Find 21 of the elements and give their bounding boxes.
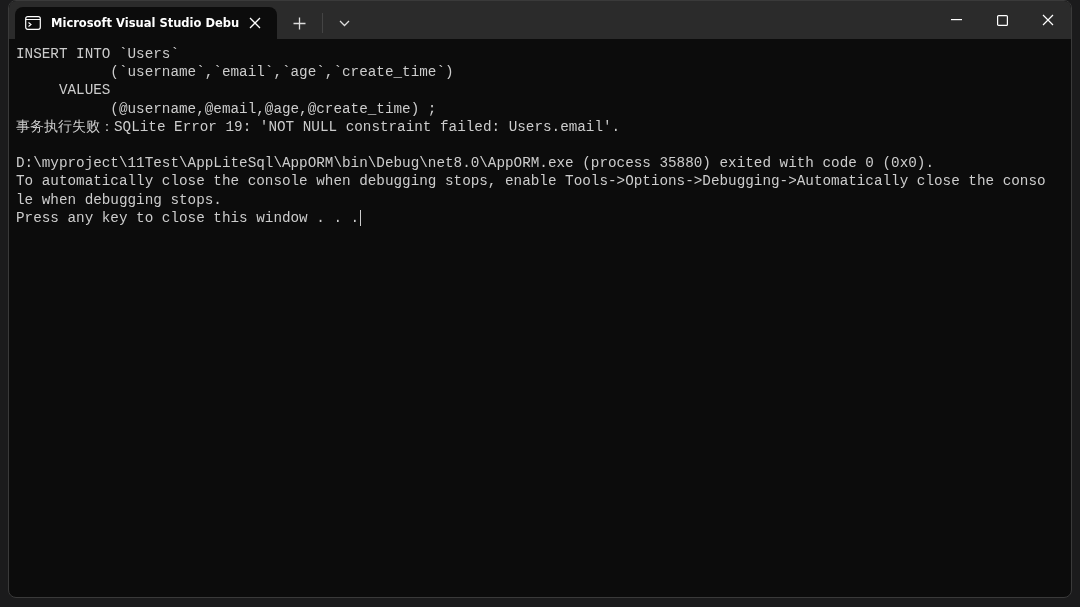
console-line: 事务执行失败：SQLite Error 19: 'NOT NULL constraint failed: Users.email'. xyxy=(16,117,621,136)
console-line: VALUES xyxy=(57,81,111,100)
console-line: (@username,@email,@age,@create_time) ; xyxy=(109,99,437,118)
chevron-down-icon xyxy=(339,19,351,27)
terminal-tab[interactable]: Microsoft Visual Studio Debu xyxy=(15,7,278,39)
console-line: To automatically close the console when debugging stops, enable Tools->Options->Debugging->Automatically close the conso xyxy=(16,172,1046,191)
console-icon xyxy=(25,16,41,30)
console-line: INSERT INTO `Users` xyxy=(16,45,179,64)
console-line: D:\myproject\11Test\AppLiteSql\AppORM\bin\Debug\net8.0\AppORM.exe (process 35880) exited with code 0 (0x0). xyxy=(16,154,934,173)
console-line: le when debugging stops. xyxy=(16,190,222,209)
minimize-icon xyxy=(950,19,962,21)
console-line: Press any key to close this window . . . xyxy=(16,208,360,227)
dropdown-button[interactable] xyxy=(339,19,351,27)
plus-icon xyxy=(293,16,307,30)
text-cursor xyxy=(360,209,362,226)
close-icon xyxy=(1042,14,1054,26)
console-line: (`username`,`email`,`age`,`create_time`) xyxy=(109,63,454,82)
maximize-icon xyxy=(996,14,1008,26)
new-tab-button[interactable] xyxy=(293,16,307,30)
close-tab-button[interactable] xyxy=(249,17,262,29)
close-icon xyxy=(249,17,262,29)
